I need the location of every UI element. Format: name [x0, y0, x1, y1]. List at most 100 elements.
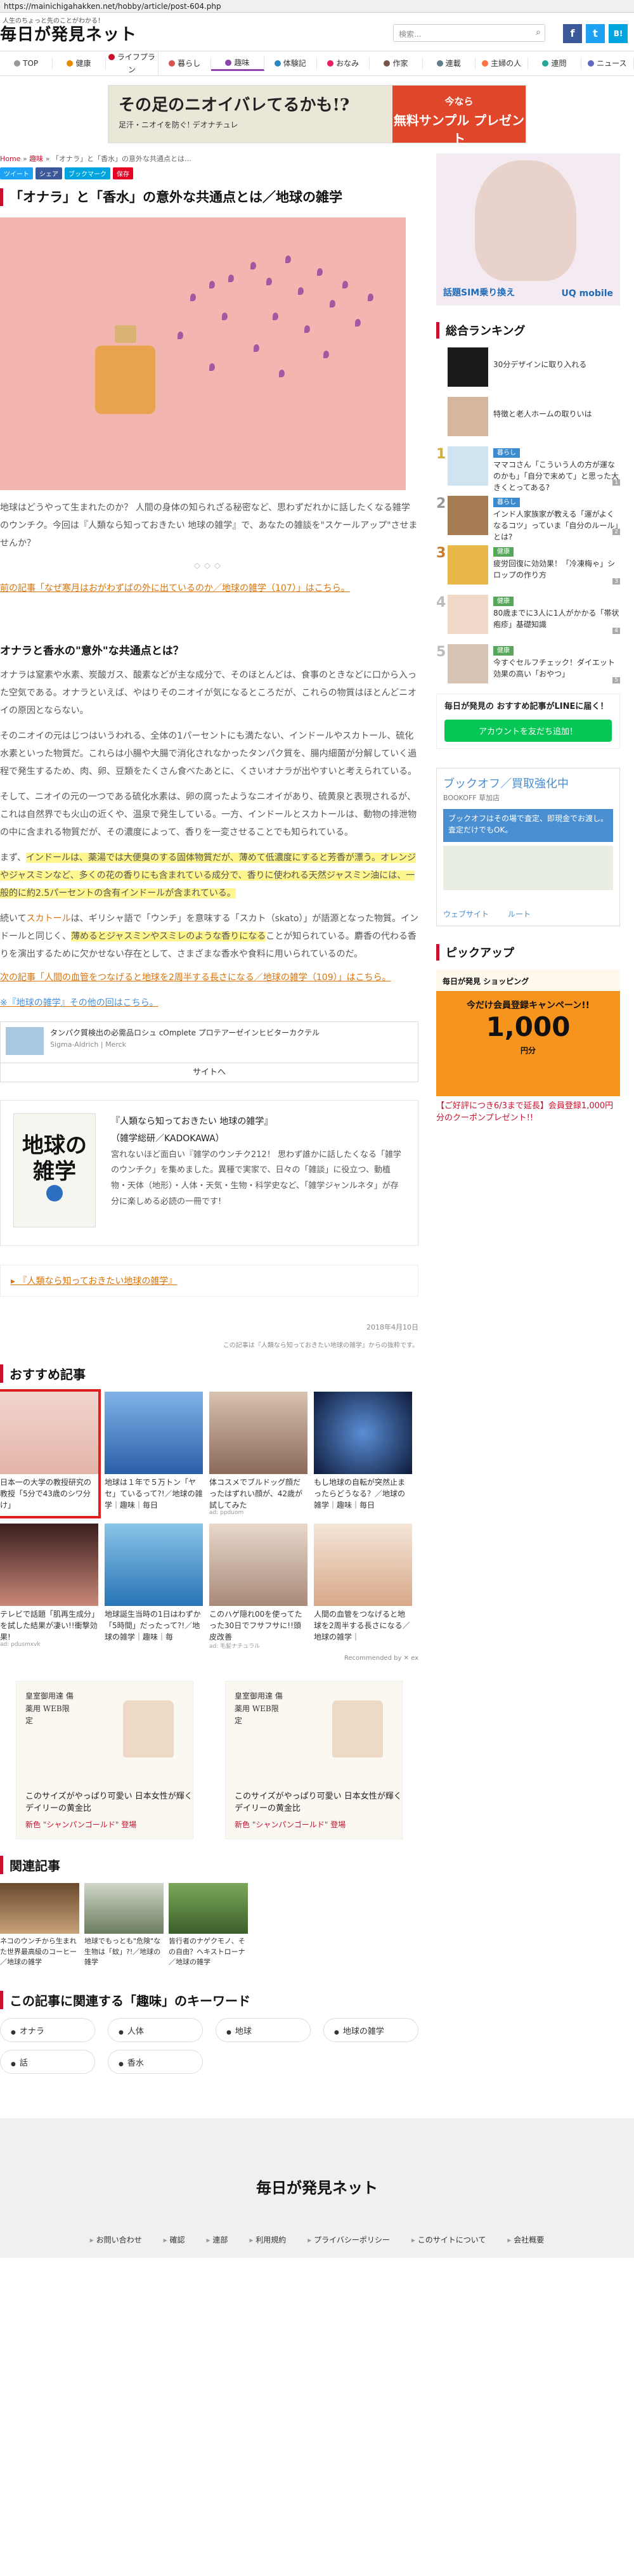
- footer-link[interactable]: 会社概要: [507, 2234, 544, 2245]
- top-banner-ad[interactable]: その足のニオイバレてるかも!? 足汗・ニオイを防ぐ! デオナチュレ 今なら 無料…: [108, 85, 526, 146]
- footer-links: お問い合わせ 確認 連部 利用規約 プライバシーポリシー このサイトについて 会…: [0, 2234, 634, 2245]
- article-paragraph: オナラは窒素や水素、炭酸ガス、酸素などが主な成分で、そのほとんどは、食事のときな…: [0, 670, 417, 716]
- page-layout: Home » 趣味 » 「オナラ」と「香水」の意外な共通点とは… ツイート シェ…: [0, 147, 634, 2099]
- website-button[interactable]: ウェブサイト: [443, 909, 489, 919]
- book-icon: [274, 60, 281, 67]
- recommend-item[interactable]: 体コスメでブルドッグ顔だったはずれい顔が、42歳が試してみた ad: ppduom: [209, 1392, 307, 1516]
- recommend-item[interactable]: 人間の血管をつなげると地球を2周半する長さになる／地球の雑学｜: [314, 1524, 412, 1650]
- keyword-tag[interactable]: 地球: [216, 2017, 311, 2042]
- footer-link[interactable]: 確認: [164, 2234, 185, 2245]
- keyword-tag[interactable]: 地球の雑学: [323, 2017, 418, 2042]
- news-icon: [588, 60, 595, 67]
- book-link[interactable]: ▸ 『人類なら知っておきたい地球の雑学』: [0, 1265, 418, 1297]
- recommend-item[interactable]: このハゲ隠れ00を使ってたった30日でフサフサに!!頭皮改善 ad: 毛髪ナチュラ…: [209, 1524, 307, 1650]
- nav-housewife[interactable]: 主婦の人: [476, 57, 529, 70]
- footer-link[interactable]: プライバシーポリシー: [307, 2234, 390, 2245]
- breadcrumb-hobby[interactable]: 趣味: [29, 155, 43, 163]
- keyword-tag[interactable]: 話: [0, 2049, 95, 2074]
- global-nav: TOP 健康 ライフプラン 暮らし 趣味 体験記 おなみ 作家 連載 主婦の人 …: [0, 51, 634, 76]
- search-input[interactable]: 検索... ⌕: [393, 24, 545, 42]
- url-bar[interactable]: https://mainichigahakken.net/hobby/artic…: [0, 0, 634, 13]
- related-item[interactable]: ネコのウンチから生まれた世界最高級のコーヒー／地球の雑学: [0, 1883, 79, 1968]
- ad-thumbnail: [6, 1027, 44, 1056]
- recommend-item[interactable]: 地球は１年で５万トン「ヤセ」ているって?!／地球の雑学｜趣味｜毎日: [105, 1392, 203, 1516]
- ranking-item[interactable]: 特徴と老人ホームの取りいは: [436, 397, 620, 436]
- pickup-banner[interactable]: 毎日が発見 ショッピング 今だけ会員登録キャンペーン!! 1,000 円分: [436, 969, 620, 1096]
- ranking-item[interactable]: 30分デザインに取り入れる: [436, 347, 620, 387]
- recommend-item[interactable]: 地球誕生当時の1日はわずか「5時間」だったって?!／地球の雑学｜趣味｜毎: [105, 1524, 203, 1650]
- article-paragraph: そして、ニオイの元の一つである硫化水素は、卵の腐ったようなニオイがあり、硫黄泉と…: [0, 792, 417, 838]
- nav-health[interactable]: 健康: [53, 57, 106, 70]
- facebook-icon[interactable]: f: [563, 24, 582, 43]
- publish-date: 2018年4月10日: [366, 1323, 418, 1332]
- footer-link[interactable]: 利用規約: [249, 2234, 286, 2245]
- book-title: 『人類なら知っておきたい 地球の雑学』: [111, 1116, 273, 1127]
- search-icon[interactable]: ⌕: [536, 27, 541, 37]
- nav-top[interactable]: TOP: [0, 57, 53, 70]
- breadcrumb: Home » 趣味 » 「オナラ」と「香水」の意外な共通点とは…: [0, 155, 191, 163]
- related-item[interactable]: 地球でもっとも"危険"な生物は「蚊」?!／地球の雑学: [84, 1883, 164, 1968]
- footer-link[interactable]: このサイトについて: [411, 2234, 486, 2245]
- book-cover[interactable]: 地球の雑学: [13, 1113, 96, 1228]
- book-publisher: （雑学総研／KADOKAWA）: [111, 1133, 224, 1144]
- ranking-item[interactable]: 4 健康 80歳までに3人に1人がかかる「帯状疱疹」基礎知識 4: [436, 595, 620, 634]
- map-ad[interactable]: ブックオフ／買取強化中 BOOKOFF 草加店 ブックオフはその場で査定、即現金…: [436, 767, 620, 926]
- model-photo: [475, 160, 576, 281]
- footer-link[interactable]: 連部: [207, 2234, 228, 2245]
- fb-share-button[interactable]: シェア: [36, 167, 62, 179]
- globe-icon: [46, 1184, 63, 1201]
- recommended-by[interactable]: Recommended by ✕ ex: [0, 1655, 418, 1662]
- prev-article-link[interactable]: 前の記事「なぜ寒月はおがわずばの外に出ているのか／地球の雑学（107）」はこちら…: [0, 579, 418, 597]
- keyword-tag[interactable]: オナラ: [0, 2017, 95, 2042]
- nav-onami[interactable]: おなみ: [317, 57, 370, 70]
- site-logo[interactable]: 毎日が発見ネット: [0, 22, 137, 45]
- display-ads: 皇室御用達 傷薬用 WEB限定 このサイズがやっぱり可愛い 日本女性が輝くデイリ…: [0, 1681, 418, 1840]
- recommend-item[interactable]: テレビで話題「肌再生成分」を試した結果が凄い!!衝撃効果! ad: pdusmxv…: [0, 1524, 98, 1650]
- footer-logo[interactable]: 毎日が発見ネット: [0, 2118, 634, 2197]
- ad-site-button[interactable]: サイトへ: [1, 1063, 418, 1082]
- book-card: 地球の雑学 『人類なら知っておきたい 地球の雑学』 （雑学総研／KADOKAWA…: [0, 1100, 418, 1246]
- inline-ad[interactable]: タンパク質検出の必需品ロシュ cOmplete プロテアーゼインヒビターカクテル…: [0, 1021, 418, 1083]
- footer-link[interactable]: お問い合わせ: [90, 2234, 142, 2245]
- route-button[interactable]: ルート: [508, 909, 531, 919]
- related-heading: 関連記事: [0, 1856, 418, 1875]
- nav-living[interactable]: 暮らし: [158, 57, 212, 70]
- nav-news[interactable]: ニュース: [581, 57, 634, 70]
- pin-button[interactable]: 保存: [113, 167, 133, 179]
- ranking-item[interactable]: 2 暮らし インド人家族家が教える「運がよくなるコツ」っていま「自分のルール」とは?…: [436, 496, 620, 541]
- nav-series[interactable]: 連載: [423, 57, 476, 70]
- bag-ad[interactable]: 皇室御用達 傷薬用 WEB限定 このサイズがやっぱり可愛い 日本女性が輝くデイリ…: [225, 1681, 403, 1840]
- map-preview[interactable]: [443, 845, 613, 890]
- keyword-tag[interactable]: 人体: [108, 2017, 203, 2042]
- related-list: ネコのウンチから生まれた世界最高級のコーヒー／地球の雑学 地球でもっとも"危険"…: [0, 1883, 418, 1968]
- bag-ad[interactable]: 皇室御用達 傷薬用 WEB限定 このサイズがやっぱり可愛い 日本女性が輝くデイリ…: [16, 1681, 193, 1840]
- ranking-item[interactable]: 1 暮らし ママコさん「こういう人の方が運なのかも」「自分で末めて」と思った大きくと…: [436, 446, 620, 492]
- series-link[interactable]: ※『地球の雑学』その他の回はこちら。: [0, 996, 418, 1009]
- top-ad-cta[interactable]: 今なら 無料サンプル プレゼント: [392, 86, 526, 146]
- recommend-item[interactable]: もし地球の自転が突然止まったらどうなる？／地球の雑学｜趣味｜毎日: [314, 1392, 412, 1516]
- keyword-tag[interactable]: 香水: [108, 2049, 203, 2074]
- ranking-item[interactable]: 3 健康 疲労回復に効効果！「冷凍梅ゃ」シロップの作り方 3: [436, 545, 620, 585]
- nav-experience[interactable]: 体験記: [264, 57, 317, 70]
- keywords-heading: この記事に関連する「趣味」のキーワード: [0, 1990, 418, 2009]
- hatena-icon[interactable]: B!: [609, 24, 628, 43]
- nav-writer[interactable]: 作家: [370, 57, 423, 70]
- pickup-caption[interactable]: 【ご好評につき6/3まで延長】会員登録1,000円分のクーポンプレゼント!!: [436, 1100, 620, 1125]
- heart-icon: [67, 60, 74, 67]
- sidebar-ad-mobile[interactable]: 話題SIM乗り換え UQ mobile: [436, 153, 620, 306]
- next-article-link[interactable]: 次の記事「人間の血管をつなげると地球を2周半する長さになる／地球の雑学（109）…: [0, 971, 418, 983]
- line-add-friend-button[interactable]: アカウントを友だち追加！: [444, 719, 612, 742]
- nav-lifeplan[interactable]: ライフプラン: [106, 51, 158, 76]
- twitter-icon[interactable]: t: [586, 24, 605, 43]
- related-item[interactable]: 皆行者のナゲクモノ、その自由？ヘキストローナ／地球の雑学: [169, 1883, 248, 1968]
- nav-qa[interactable]: 連問: [528, 57, 581, 70]
- hobby-icon: [225, 59, 232, 66]
- breadcrumb-home[interactable]: Home: [0, 155, 20, 163]
- bookmark-button[interactable]: ブックマーク: [65, 167, 110, 179]
- ranking-item[interactable]: 5 健康 今すぐセルフチェック！ダイエット効果の高い「おやつ」 5: [436, 644, 620, 683]
- tweet-button[interactable]: ツイート: [0, 167, 33, 179]
- main-column: Home » 趣味 » 「オナラ」と「香水」の意外な共通点とは… ツイート シェ…: [0, 147, 418, 2099]
- recommend-item[interactable]: 日本一の大学の教授研究の教授「5分で43歳のシワ分け」: [0, 1389, 101, 1519]
- nav-hobby[interactable]: 趣味: [211, 56, 264, 71]
- highlight-indole: インドールは、薬湯では大便臭のする固体物質だが、薄めて低濃度にすると芳香が漂う。…: [0, 853, 417, 899]
